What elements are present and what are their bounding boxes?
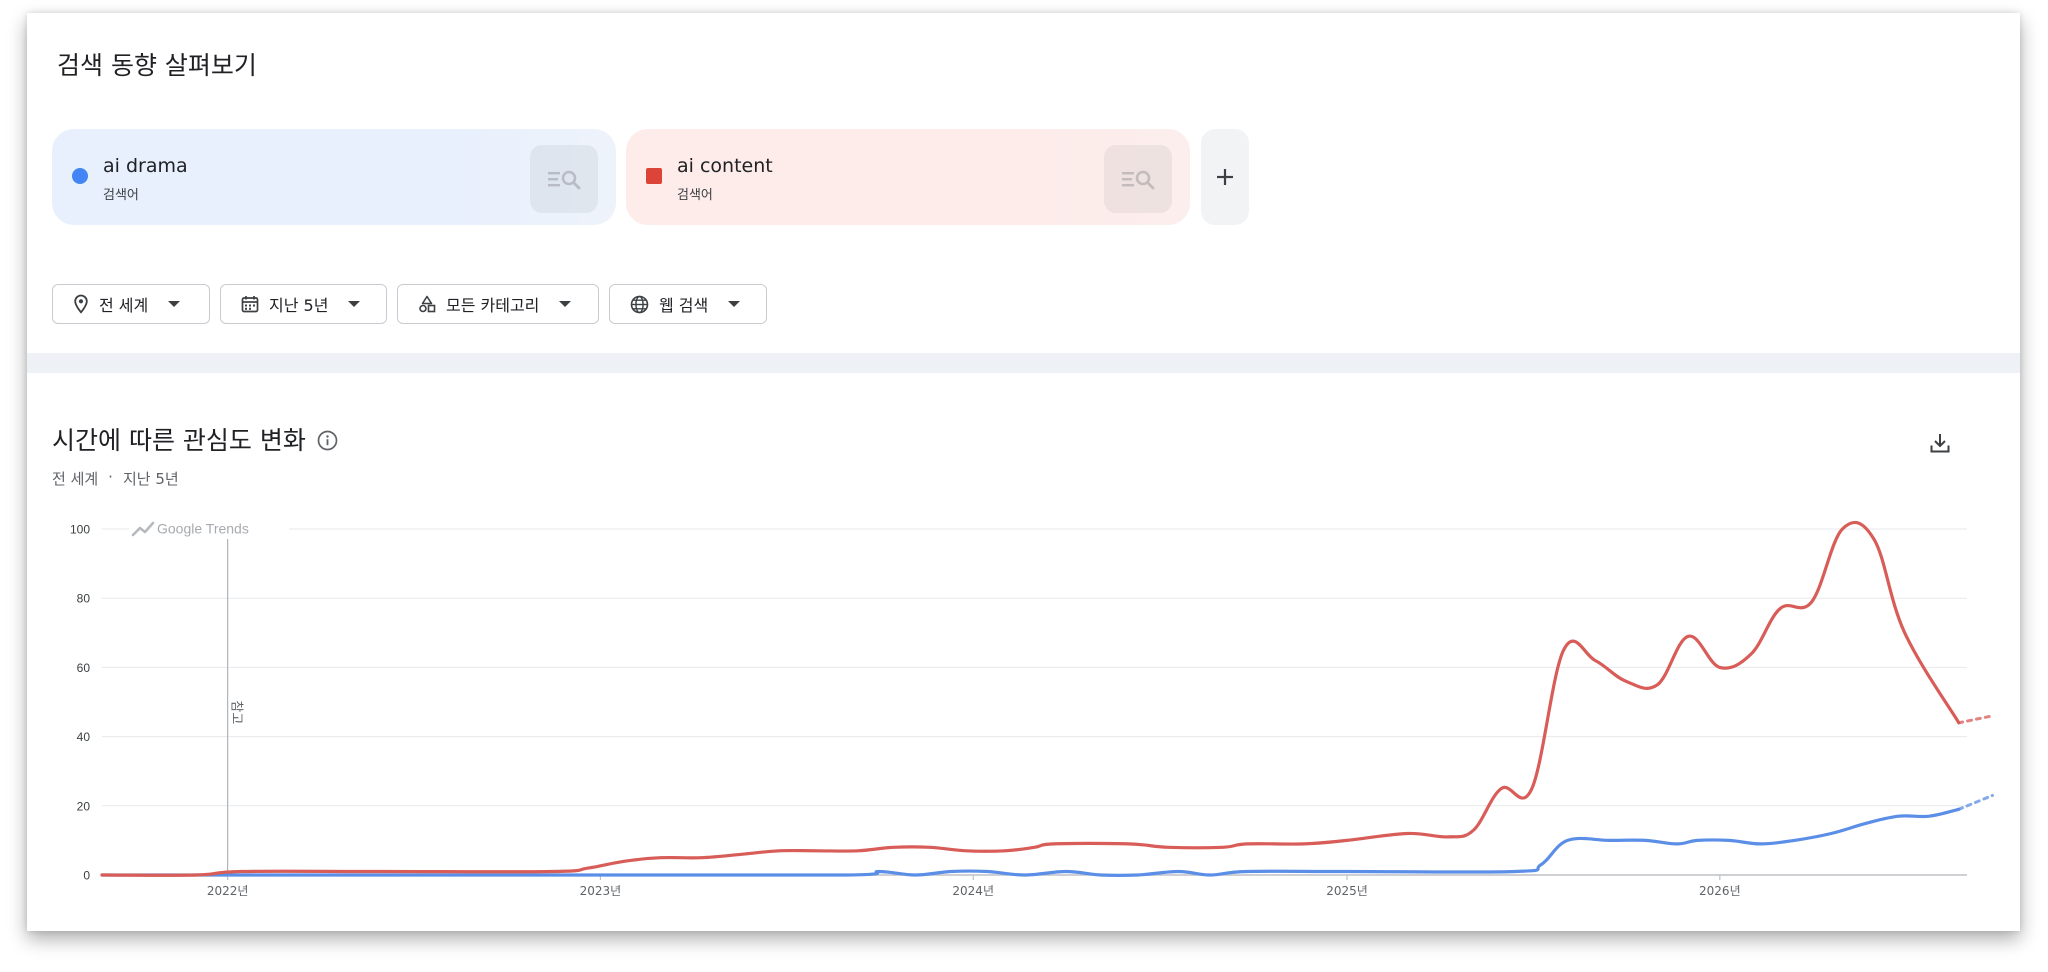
search-term-detail-button[interactable] <box>530 145 598 213</box>
globe-icon <box>630 295 649 313</box>
x-tick-label: 2022년 <box>207 884 249 898</box>
series-marker-square <box>646 168 662 184</box>
term-name: ai content <box>677 155 773 177</box>
filter-period-dropdown[interactable]: 지난 5년 <box>220 284 387 324</box>
page-title: 검색 동향 살펴보기 <box>57 51 257 80</box>
note-label: 참고 <box>229 700 244 724</box>
category-shapes-icon <box>419 295 436 313</box>
filter-region-dropdown[interactable]: 전 세계 <box>52 284 210 324</box>
caret-down-icon <box>168 301 181 307</box>
app-frame: 검색 동향 살펴보기 ai drama 검색어 ai content 검색어 전… <box>27 13 2020 931</box>
y-tick-label: 60 <box>77 661 91 675</box>
filter-label: 웹 검색 <box>659 296 709 315</box>
section-divider <box>27 353 2020 373</box>
search-term-detail-button[interactable] <box>1104 145 1172 213</box>
caret-down-icon <box>728 301 741 307</box>
filter-category-dropdown[interactable]: 모든 카테고리 <box>397 284 599 324</box>
filter-label: 전 세계 <box>99 296 149 315</box>
search-trends-panel: 검색 동향 살펴보기 ai drama 검색어 ai content 검색어 전… <box>27 13 2020 353</box>
y-tick-label: 40 <box>77 730 91 744</box>
y-tick-label: 80 <box>77 592 91 606</box>
term-type: 검색어 <box>103 188 139 203</box>
filter-search-type-dropdown[interactable]: 웹 검색 <box>609 284 767 324</box>
y-tick-label: 0 <box>83 869 90 883</box>
location-pin-icon <box>74 294 88 314</box>
series-marker-circle <box>72 168 88 184</box>
term-type: 검색어 <box>677 188 713 203</box>
filter-label: 모든 카테고리 <box>446 296 540 315</box>
series-forecast-ai-content <box>1957 714 1994 725</box>
watermark-text: Google Trends <box>157 521 249 537</box>
x-tick-label: 2024년 <box>952 884 994 898</box>
x-tick-label: 2023년 <box>580 884 622 898</box>
interest-line-chart: 0 20 40 60 80 100 2022년 2023년 2024년 2025년 2026년 참고 G… <box>70 519 1994 898</box>
interest-over-time-card: 시간에 따른 관심도 변화 전 세계 · 지난 5년 0 20 40 60 80 100 2… <box>27 373 2020 931</box>
caret-down-icon <box>559 301 572 307</box>
list-search-icon <box>548 170 581 190</box>
series-line-ai-drama <box>100 807 1961 878</box>
term-name: ai drama <box>103 155 188 177</box>
list-search-icon <box>1122 170 1155 190</box>
plus-icon <box>1217 169 1233 185</box>
calendar-icon <box>241 296 259 313</box>
caret-down-icon <box>348 301 361 307</box>
x-tick-label: 2025년 <box>1326 884 1368 898</box>
series-line-ai-content <box>100 520 1961 877</box>
y-tick-label: 20 <box>77 799 91 813</box>
filter-label: 지난 5년 <box>269 296 329 315</box>
x-tick-label: 2026년 <box>1699 884 1741 898</box>
series-forecast-ai-drama <box>1957 793 1994 811</box>
y-tick-label: 100 <box>70 523 90 537</box>
add-term-button[interactable] <box>1201 129 1249 225</box>
term-card-ai-content[interactable]: ai content 검색어 <box>626 129 1190 225</box>
term-card-ai-drama[interactable]: ai drama 검색어 <box>52 129 616 225</box>
